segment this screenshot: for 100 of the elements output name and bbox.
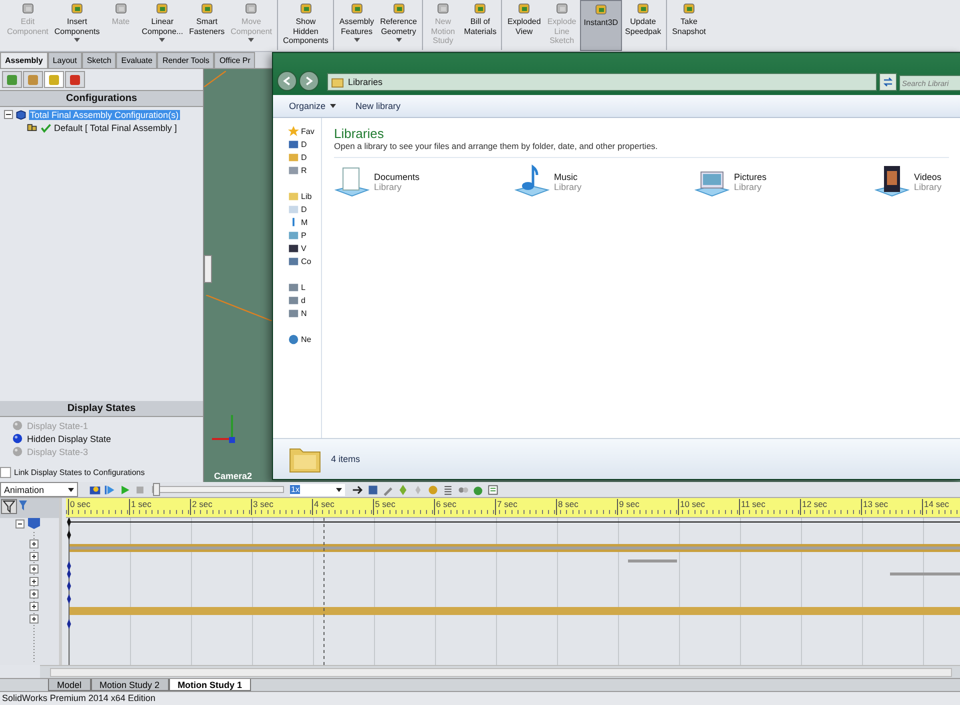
camera-label: Camera2 <box>214 471 252 481</box>
checkbox-label: Link Display States to Configurations <box>14 468 145 476</box>
filter-icon[interactable] <box>1 499 17 514</box>
tool-icon <box>392 2 406 16</box>
results-icon[interactable] <box>487 484 499 496</box>
section-header: Display States <box>0 401 203 417</box>
tree-item[interactable]: Default [ Total Final Assembly ] <box>54 122 177 132</box>
breadcrumb[interactable]: Libraries <box>348 77 383 87</box>
play-from-start-icon[interactable] <box>104 484 116 496</box>
panel-tab[interactable] <box>44 71 64 88</box>
nav-item[interactable]: D <box>288 139 307 150</box>
study-tab[interactable]: Motion Study 2 <box>90 679 169 691</box>
toolbar-button[interactable]: Instant3D <box>580 0 622 51</box>
toolbar-button[interactable]: Insert Components <box>51 0 103 51</box>
nav-item[interactable]: Ne <box>288 334 312 345</box>
page-description: Open a library to see your files and arrange them by folder, date, and other properties. <box>334 141 949 158</box>
display-state-item[interactable]: Hidden Display State <box>27 434 112 444</box>
toolbar-button[interactable]: Show Hidden Components <box>280 0 332 51</box>
nav-icon <box>288 165 299 176</box>
ribbon-tab[interactable]: Layout <box>48 52 82 68</box>
nav-item[interactable]: R <box>288 165 307 176</box>
item-count: 4 items <box>331 454 360 464</box>
library-item[interactable]: Pictures Library <box>694 164 874 200</box>
collapse-icon[interactable] <box>4 110 13 119</box>
toolbar-button[interactable]: Take Snapshot <box>669 0 709 51</box>
tool-icon <box>594 3 608 17</box>
toolbar-button[interactable]: Linear Compone... <box>138 0 186 51</box>
checkbox[interactable] <box>0 466 11 478</box>
nav-icon <box>288 243 299 254</box>
nav-item[interactable]: D <box>288 204 307 215</box>
tool-icon <box>155 2 170 16</box>
tool-icon <box>298 2 313 16</box>
nav-item[interactable]: Co <box>288 256 312 267</box>
toolbar-button[interactable]: Bill of Materials <box>460 0 500 51</box>
nav-item[interactable]: Lib <box>288 191 312 202</box>
play-icon[interactable] <box>119 484 131 496</box>
tool-icon <box>200 2 214 16</box>
toolbar-button[interactable]: Reference Geometry <box>377 0 420 51</box>
toolbar-button[interactable]: Assembly Features <box>336 0 378 51</box>
ribbon-tab[interactable]: Evaluate <box>116 52 158 68</box>
study-tab[interactable]: Model <box>48 679 91 691</box>
library-item[interactable]: Music Library <box>514 164 694 200</box>
nav-icon <box>288 152 299 163</box>
back-button[interactable] <box>277 71 297 91</box>
refresh-icon <box>882 76 894 88</box>
nav-icon <box>288 295 299 306</box>
ribbon-tab[interactable]: Sketch <box>82 52 116 68</box>
nav-icon <box>288 230 299 241</box>
status-bar: SolidWorks Premium 2014 x64 Edition <box>0 691 960 705</box>
nav-item[interactable]: N <box>288 308 307 319</box>
toolbar-button[interactable]: Smart Fasteners <box>186 0 228 51</box>
link-checkbox[interactable]: Link Display States to Configurations <box>0 465 203 483</box>
tool-icon <box>517 2 532 16</box>
forward-button[interactable] <box>299 71 319 91</box>
study-type-dropdown[interactable]: Animation <box>0 482 78 498</box>
autokey-icon[interactable] <box>397 484 409 496</box>
arrow-icon[interactable] <box>352 484 364 496</box>
library-item[interactable]: Videos Library <box>874 164 942 200</box>
page-heading: Libraries <box>334 126 385 141</box>
nav-item[interactable]: Fav <box>288 126 314 137</box>
command-button[interactable]: New library <box>356 101 401 111</box>
library-item[interactable]: Documents Library <box>334 164 514 200</box>
tool-icon <box>350 2 364 16</box>
model-edge-drawing <box>204 71 226 87</box>
refresh-button[interactable] <box>879 73 897 91</box>
horizontal-scrollbar[interactable] <box>40 665 960 678</box>
command-button[interactable]: Organize <box>289 101 336 111</box>
nav-icon <box>288 126 299 137</box>
caret-icon <box>336 488 342 492</box>
panel-collapse-handle[interactable] <box>204 255 212 283</box>
nav-item[interactable]: P <box>288 230 306 241</box>
panel-tab[interactable] <box>65 71 85 88</box>
nav-icon <box>288 308 299 319</box>
nav-icon <box>288 282 299 293</box>
ribbon-tab[interactable]: Render Tools <box>157 52 214 68</box>
address-bar[interactable]: Libraries <box>327 73 877 91</box>
panel-tab-icon <box>26 72 40 86</box>
configuration-icon <box>26 122 38 134</box>
ribbon-tab[interactable]: Assembly <box>0 52 48 68</box>
panel-tab-icon <box>47 72 61 86</box>
nav-item[interactable]: V <box>288 243 306 254</box>
nav-item[interactable]: D <box>288 152 307 163</box>
playback-slider[interactable] <box>152 486 284 494</box>
timeline-ruler: 0 sec 1 sec 2 sec 3 sec 4 sec 5 sec 6 sec 7 sec 8 sec 9 sec 10 sec 11 sec 12 sec 13 sec 14 sec <box>66 498 960 518</box>
toolbar-button[interactable]: Exploded View <box>504 0 544 51</box>
tool-icon <box>682 2 696 16</box>
panel-tab-icon <box>5 72 19 86</box>
nav-item[interactable]: M <box>288 217 308 228</box>
stop-icon[interactable] <box>134 484 146 496</box>
nav-icon <box>288 191 299 202</box>
nav-icon <box>288 204 299 215</box>
nav-item[interactable]: d <box>288 295 306 306</box>
panel-tab[interactable] <box>23 71 43 88</box>
panel-tab[interactable] <box>2 71 22 88</box>
toolbar-button[interactable]: Update Speedpak <box>622 0 664 51</box>
nav-item[interactable]: L <box>288 282 306 293</box>
playback-speed-dropdown[interactable]: 1x <box>290 484 345 496</box>
tool-icon <box>70 2 84 16</box>
ribbon-tab[interactable]: Office Pr <box>214 52 256 68</box>
study-tab[interactable]: Motion Study 1 <box>168 679 252 691</box>
